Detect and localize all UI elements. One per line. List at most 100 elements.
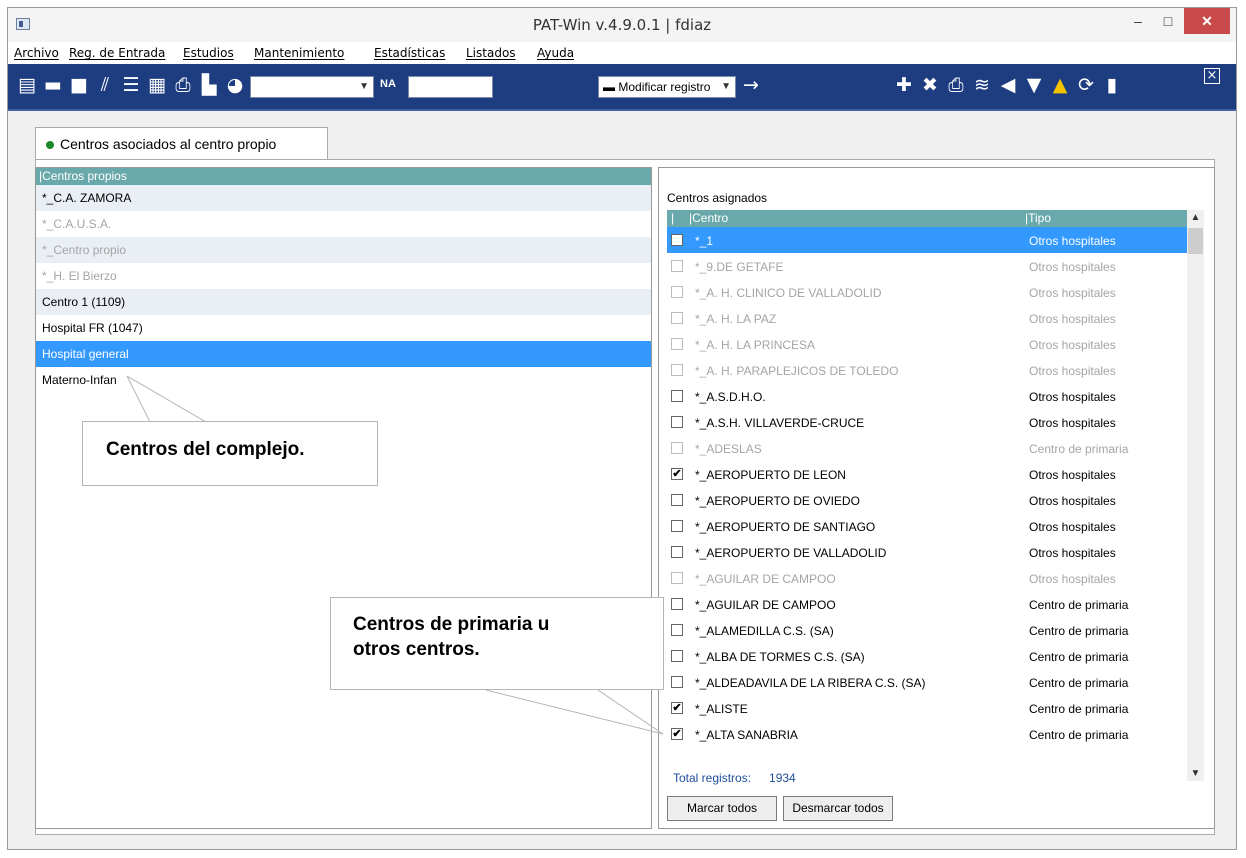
col-check-header[interactable]: | (671, 210, 674, 227)
centro-cell: *_ADESLAS (695, 442, 762, 456)
col-centro-header[interactable]: |Centro (689, 210, 728, 227)
list-item[interactable]: *_H. El Bierzo (36, 263, 651, 289)
tipo-cell: Centro de primaria (1029, 598, 1129, 612)
list-item[interactable]: *_Centro propio (36, 237, 651, 263)
list-item[interactable]: *_C.A. ZAMORA (36, 185, 651, 211)
table-row[interactable]: *_ADESLAS Centro de primaria (667, 435, 1204, 461)
menu-reg-entrada[interactable]: Reg. de Entrada (69, 46, 165, 60)
row-checkbox[interactable]: ✔ (671, 468, 683, 480)
list-item[interactable]: Materno-Infan (36, 367, 651, 393)
desmarcar-todos-button[interactable]: Desmarcar todos (783, 796, 893, 821)
pages-icon[interactable]: ⫽ (94, 74, 116, 96)
list-item[interactable]: Centro 1 (1109) (36, 289, 651, 315)
tipo-cell: Centro de primaria (1029, 702, 1129, 716)
col-tipo-header[interactable]: |Tipo (1025, 210, 1051, 227)
comment-icon[interactable]: ▼ (1023, 74, 1045, 96)
table-row[interactable]: *_A. H. LA PAZ Otros hospitales (667, 305, 1204, 331)
list-icon[interactable]: ☰ (120, 74, 142, 96)
menu-archivo[interactable]: Archivo (14, 46, 59, 60)
table-row[interactable]: *_9.DE GETAFE Otros hospitales (667, 253, 1204, 279)
action-select[interactable]: ▬ Modificar registro ▼ (598, 76, 736, 98)
list-item[interactable]: Hospital FR (1047) (36, 315, 651, 341)
row-checkbox[interactable] (671, 312, 683, 324)
close-panel-icon[interactable]: × (1204, 68, 1220, 84)
add-icon[interactable]: ✚ (893, 74, 915, 96)
minimize-button[interactable]: – (1123, 8, 1153, 34)
row-checkbox[interactable] (671, 390, 683, 402)
table-row[interactable]: *_AGUILAR DE CAMPOO Otros hospitales (667, 565, 1204, 591)
lock-icon[interactable]: ▮ (1101, 74, 1123, 96)
book-icon[interactable]: ■ (68, 74, 90, 96)
form-icon[interactable]: ▤ (16, 74, 38, 96)
table-row[interactable]: *_ALAMEDILLA C.S. (SA) Centro de primaria (667, 617, 1204, 643)
row-checkbox[interactable] (671, 546, 683, 558)
row-checkbox[interactable] (671, 442, 683, 454)
report-icon[interactable]: ▦ (146, 74, 168, 96)
centro-cell: *_A. H. CLINICO DE VALLADOLID (695, 286, 882, 300)
stack-icon[interactable]: ≋ (971, 74, 993, 96)
scroll-up-icon[interactable]: ▲ (1187, 212, 1204, 223)
row-checkbox[interactable] (671, 286, 683, 298)
maximize-button[interactable]: □ (1153, 8, 1183, 34)
grid-scrollbar[interactable]: ▲ ▼ (1187, 210, 1204, 781)
print-icon[interactable]: ⎙ (945, 74, 967, 96)
arrow-right-icon[interactable]: → (740, 74, 762, 96)
row-checkbox[interactable] (671, 572, 683, 584)
form-alt-icon[interactable]: ▬ (42, 74, 64, 96)
row-checkbox[interactable] (671, 416, 683, 428)
record-icon: ▬ (603, 80, 619, 94)
marcar-todos-button[interactable]: Marcar todos (667, 796, 777, 821)
table-row[interactable]: *_AEROPUERTO DE VALLADOLID Otros hospital… (667, 539, 1204, 565)
close-button[interactable]: ✕ (1184, 8, 1230, 34)
callout-complejo: Centros del complejo. (82, 421, 378, 486)
pie-chart-icon[interactable]: ◕ (224, 74, 246, 96)
filter-select[interactable]: ▼ (250, 76, 374, 98)
table-row[interactable]: ✔ *_ALTA SANABRIA Centro de primaria (667, 721, 1204, 747)
tab-centros-asociados[interactable]: Centros asociados al centro propio (35, 127, 328, 159)
menu-listados[interactable]: Listados (466, 46, 516, 60)
scroll-thumb[interactable] (1188, 228, 1203, 254)
table-row[interactable]: *_ALDEADAVILA DE LA RIBERA C.S. (SA) Cent… (667, 669, 1204, 695)
table-row[interactable]: *_AEROPUERTO DE SANTIAGO Otros hospitales (667, 513, 1204, 539)
table-row[interactable]: *_A. H. PARAPLEJICOS DE TOLEDO Otros hosp… (667, 357, 1204, 383)
document-icon[interactable]: ▙ (198, 74, 220, 96)
table-row[interactable]: ✔ *_ALISTE Centro de primaria (667, 695, 1204, 721)
row-checkbox[interactable] (671, 676, 683, 688)
list-item-selected[interactable]: Hospital general (36, 341, 651, 367)
row-checkbox[interactable] (671, 364, 683, 376)
row-checkbox[interactable] (671, 598, 683, 610)
table-row[interactable]: *_A.S.H. VILLAVERDE-CRUCE Otros hospitale… (667, 409, 1204, 435)
row-checkbox[interactable] (671, 234, 683, 246)
menu-estudios[interactable]: Estudios (183, 46, 234, 60)
total-registros: Total registros: 1934 (673, 771, 796, 785)
menu-mantenimiento[interactable]: Mantenimiento (254, 46, 344, 60)
table-row[interactable]: ✔ *_AEROPUERTO DE LEON Otros hospitales (667, 461, 1204, 487)
centro-cell: *_ALISTE (695, 702, 748, 716)
table-row[interactable]: *_ALBA DE TORMES C.S. (SA) Centro de prim… (667, 643, 1204, 669)
row-checkbox[interactable] (671, 338, 683, 350)
table-row[interactable]: *_AGUILAR DE CAMPOO Centro de primaria (667, 591, 1204, 617)
scroll-down-icon[interactable]: ▼ (1187, 768, 1204, 779)
row-checkbox[interactable] (671, 520, 683, 532)
menu-ayuda[interactable]: Ayuda (537, 46, 574, 60)
table-row[interactable]: *_A. H. CLINICO DE VALLADOLID Otros hospi… (667, 279, 1204, 305)
table-row[interactable]: *_1 Otros hospitales (667, 227, 1204, 253)
table-row[interactable]: *_A. H. LA PRINCESA Otros hospitales (667, 331, 1204, 357)
centros-propios-header[interactable]: |Centros propios (36, 168, 651, 185)
row-checkbox[interactable] (671, 624, 683, 636)
speaker-icon[interactable]: ◀ (997, 74, 1019, 96)
row-checkbox[interactable]: ✔ (671, 702, 683, 714)
row-checkbox[interactable] (671, 494, 683, 506)
table-row[interactable]: *_A.S.D.H.O. Otros hospitales (667, 383, 1204, 409)
bell-icon[interactable]: ▲ (1049, 74, 1071, 96)
na-input[interactable] (408, 76, 493, 98)
list-item[interactable]: *_C.A.U.S.A. (36, 211, 651, 237)
delete-icon[interactable]: ✖ (919, 74, 941, 96)
row-checkbox[interactable] (671, 260, 683, 272)
menu-estadisticas[interactable]: Estadísticas (374, 46, 445, 60)
print-icon[interactable]: ⎙ (172, 74, 194, 96)
refresh-icon[interactable]: ⟳ (1075, 74, 1097, 96)
row-checkbox[interactable]: ✔ (671, 728, 683, 740)
row-checkbox[interactable] (671, 650, 683, 662)
table-row[interactable]: *_AEROPUERTO DE OVIEDO Otros hospitales (667, 487, 1204, 513)
